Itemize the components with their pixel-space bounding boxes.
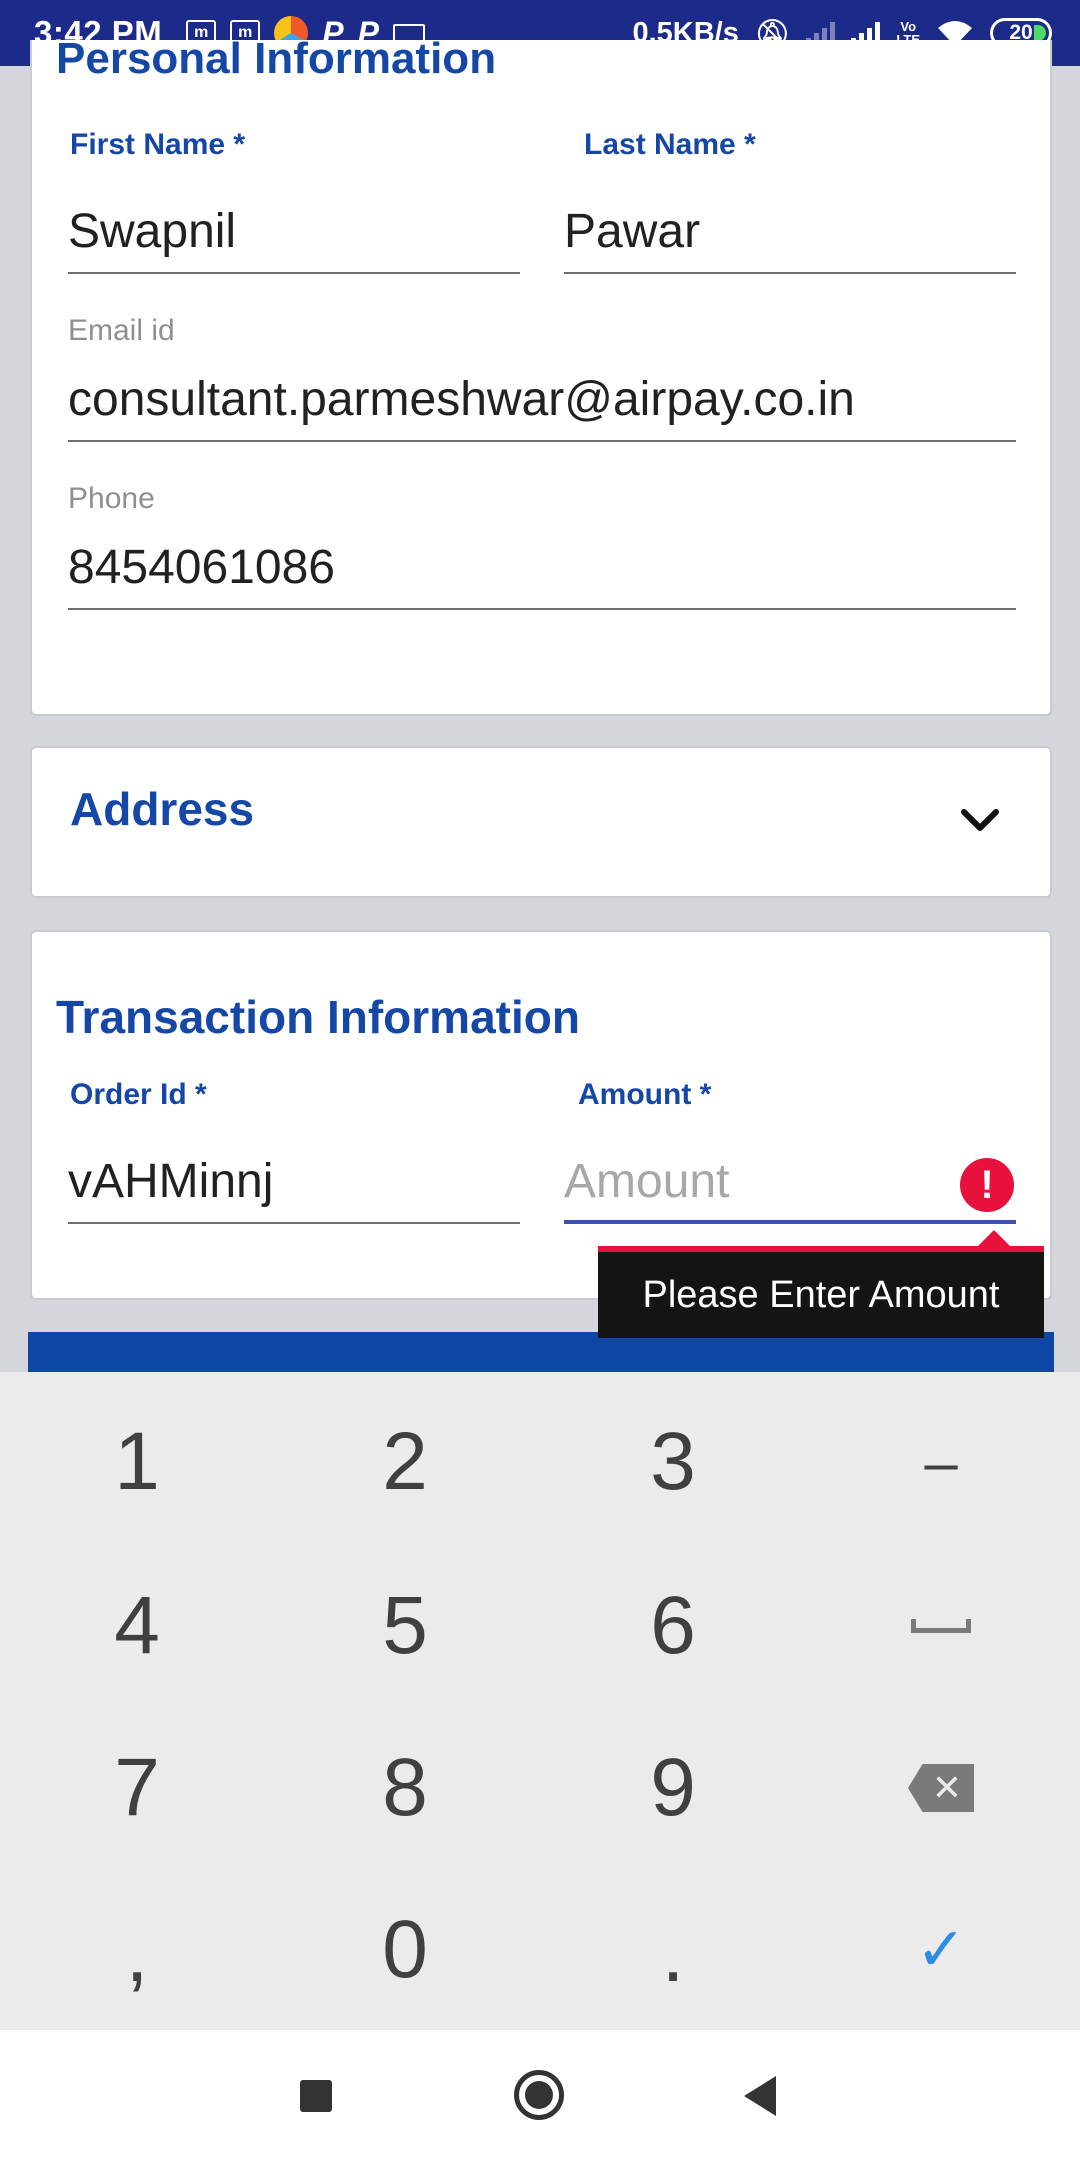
key-period[interactable]: . — [538, 1872, 808, 2036]
last-name-field[interactable]: Pawar — [564, 204, 700, 259]
address-card[interactable]: Address — [30, 746, 1052, 898]
key-8[interactable]: 8 — [270, 1706, 540, 1870]
backspace-icon: ✕ — [908, 1764, 974, 1812]
key-3[interactable]: 3 — [538, 1380, 808, 1544]
key-comma[interactable]: , — [2, 1872, 272, 2036]
numeric-keypad: 1 2 3 – 4 5 6 7 8 9 ✕ , 0 . ✓ — [0, 1372, 1080, 2030]
key-2[interactable]: 2 — [270, 1380, 540, 1544]
submit-button[interactable] — [28, 1332, 1054, 1372]
amount-label: Amount * — [578, 1078, 712, 1111]
last-name-underline — [564, 272, 1016, 274]
key-7[interactable]: 7 — [2, 1706, 272, 1870]
key-space[interactable] — [806, 1544, 1076, 1708]
phone-label: Phone — [68, 482, 155, 515]
email-underline — [68, 440, 1016, 442]
chevron-down-icon[interactable] — [960, 800, 1000, 840]
recents-icon[interactable] — [300, 2080, 332, 2112]
last-name-label: Last Name * — [584, 128, 756, 161]
order-id-label: Order Id * — [70, 1078, 207, 1111]
back-icon[interactable] — [744, 2076, 776, 2116]
order-id-field[interactable]: vAHMinnj — [68, 1154, 273, 1209]
navigation-bar — [0, 2030, 1080, 2160]
first-name-field[interactable]: Swapnil — [68, 204, 236, 259]
order-id-underline — [68, 1222, 520, 1224]
email-label: Email id — [68, 314, 175, 347]
transaction-title: Transaction Information — [56, 991, 580, 1043]
key-backspace[interactable]: ✕ — [806, 1706, 1076, 1870]
first-name-underline — [68, 272, 520, 274]
done-check-icon[interactable]: ✓ — [806, 1868, 1076, 2032]
transaction-card: Transaction Information Order Id * vAHMi… — [30, 930, 1052, 1300]
home-icon[interactable] — [514, 2070, 564, 2120]
phone-underline — [68, 608, 1016, 610]
personal-info-title: Personal Information — [56, 34, 497, 83]
amount-underline — [564, 1220, 1016, 1224]
key-5[interactable]: 5 — [270, 1544, 540, 1708]
error-icon: ! — [960, 1158, 1014, 1212]
first-name-label: First Name * — [70, 128, 246, 161]
email-field[interactable]: consultant.parmeshwar@airpay.co.in — [68, 372, 855, 427]
tooltip-arrow — [978, 1230, 1010, 1246]
key-9[interactable]: 9 — [538, 1706, 808, 1870]
error-tooltip: Please Enter Amount — [598, 1246, 1044, 1338]
personal-info-card: Personal Information First Name * Swapni… — [30, 34, 1052, 716]
space-icon — [911, 1619, 971, 1633]
key-0[interactable]: 0 — [270, 1868, 540, 2032]
key-1[interactable]: 1 — [2, 1380, 272, 1544]
address-title: Address — [70, 783, 255, 835]
amount-input[interactable]: Amount — [564, 1154, 729, 1209]
key-minus[interactable]: – — [806, 1380, 1076, 1544]
phone-field[interactable]: 8454061086 — [68, 540, 335, 595]
key-6[interactable]: 6 — [538, 1544, 808, 1708]
key-4[interactable]: 4 — [2, 1544, 272, 1708]
